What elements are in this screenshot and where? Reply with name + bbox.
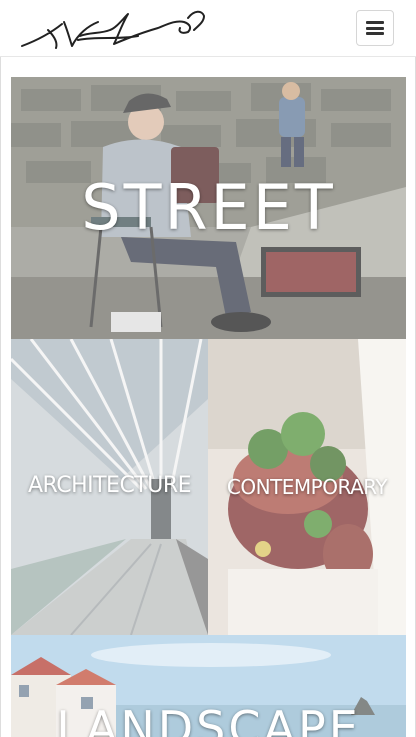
tile-label-architecture: ARCHITECTURE	[27, 473, 192, 498]
tile-label-landscape: LANDSCAPE	[56, 701, 361, 737]
navbar	[0, 0, 416, 57]
tile-landscape[interactable]: LANDSCAPE	[11, 635, 406, 737]
gallery-grid: STREET ARCHITECTURE CONTEMPORARY LANDSCA…	[0, 57, 416, 737]
menu-toggle-button[interactable]	[356, 10, 394, 46]
tile-contemporary[interactable]: CONTEMPORARY	[208, 339, 406, 635]
tile-street[interactable]: STREET	[11, 77, 406, 339]
tile-architecture[interactable]: ARCHITECTURE	[11, 339, 208, 635]
signature-logo[interactable]	[18, 6, 210, 52]
hamburger-menu-icon	[366, 21, 384, 35]
tile-label-street: STREET	[81, 171, 336, 244]
tile-label-contemporary: CONTEMPORARY	[226, 475, 388, 499]
